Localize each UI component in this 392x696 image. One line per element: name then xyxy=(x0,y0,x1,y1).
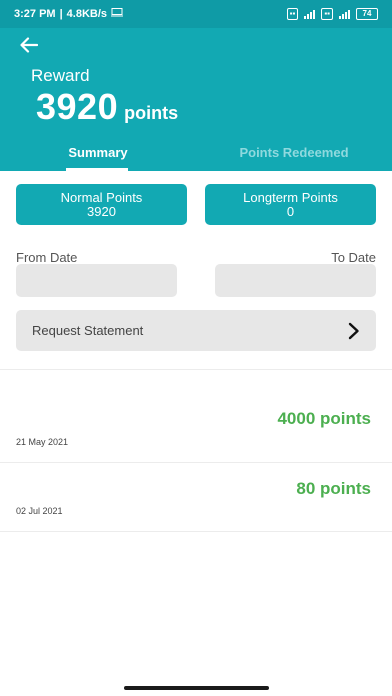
tab-indicator xyxy=(66,168,128,171)
chevron-right-icon xyxy=(348,322,360,340)
total-points-value: 3920 xyxy=(36,86,119,127)
status-speed: 4.8KB/s xyxy=(66,8,108,20)
points-cards: Normal Points 3920 Longterm Points 0 xyxy=(16,184,376,225)
tab-summary[interactable]: Summary xyxy=(0,141,196,171)
header: Reward 3920 points Summary Points Redeem… xyxy=(0,28,392,171)
divider xyxy=(0,531,392,532)
battery-icon: 74 xyxy=(356,8,378,20)
status-left: 3:27 PM | 4.8KB/s xyxy=(14,8,124,20)
screen: 3:27 PM | 4.8KB/s ▪▪ ▪▪ 74 Reward 3920 p… xyxy=(0,0,392,696)
normal-points-label: Normal Points xyxy=(60,190,143,205)
request-statement-label: Request Statement xyxy=(32,323,144,338)
page-title: Reward xyxy=(31,66,90,85)
transaction-row[interactable]: 80 points 02 Jul 2021 xyxy=(0,463,392,531)
signal-icon-2 xyxy=(339,9,350,19)
status-bar: 3:27 PM | 4.8KB/s ▪▪ ▪▪ 74 xyxy=(0,0,392,28)
tab-points-redeemed[interactable]: Points Redeemed xyxy=(196,141,392,171)
volte-icon: ▪▪ xyxy=(286,8,299,20)
screen-icon xyxy=(111,8,124,20)
transaction-date: 21 May 2021 xyxy=(16,437,69,447)
total-points: 3920 points xyxy=(36,86,178,128)
to-date-label: To Date xyxy=(331,250,376,265)
volte-icon-2: ▪▪ xyxy=(321,8,333,20)
home-indicator[interactable] xyxy=(124,686,269,690)
arrow-left-icon xyxy=(20,36,39,58)
normal-points-value: 3920 xyxy=(87,204,116,219)
battery-level: 74 xyxy=(362,9,372,18)
transaction-points: 80 points xyxy=(296,479,371,498)
status-separator: | xyxy=(59,8,63,20)
date-fields xyxy=(16,264,376,297)
normal-points-card[interactable]: Normal Points 3920 xyxy=(16,184,187,225)
tab-bar: Summary Points Redeemed xyxy=(0,141,392,171)
date-labels: From Date To Date xyxy=(16,250,376,265)
to-date-field[interactable] xyxy=(215,264,376,297)
from-date-field[interactable] xyxy=(16,264,177,297)
longterm-points-card[interactable]: Longterm Points 0 xyxy=(205,184,376,225)
longterm-points-label: Longterm Points xyxy=(243,190,338,205)
status-right: ▪▪ ▪▪ 74 xyxy=(286,8,378,20)
back-button[interactable] xyxy=(16,36,42,58)
transaction-row[interactable]: 4000 points 21 May 2021 xyxy=(0,370,392,462)
transaction-date: 02 Jul 2021 xyxy=(16,506,63,516)
longterm-points-value: 0 xyxy=(286,204,295,219)
request-statement-button[interactable]: Request Statement xyxy=(16,310,376,351)
from-date-label: From Date xyxy=(16,250,78,265)
transaction-points: 4000 points xyxy=(277,409,371,428)
signal-icon xyxy=(304,9,316,19)
status-time: 3:27 PM xyxy=(14,8,56,20)
total-points-unit: points xyxy=(124,103,179,123)
